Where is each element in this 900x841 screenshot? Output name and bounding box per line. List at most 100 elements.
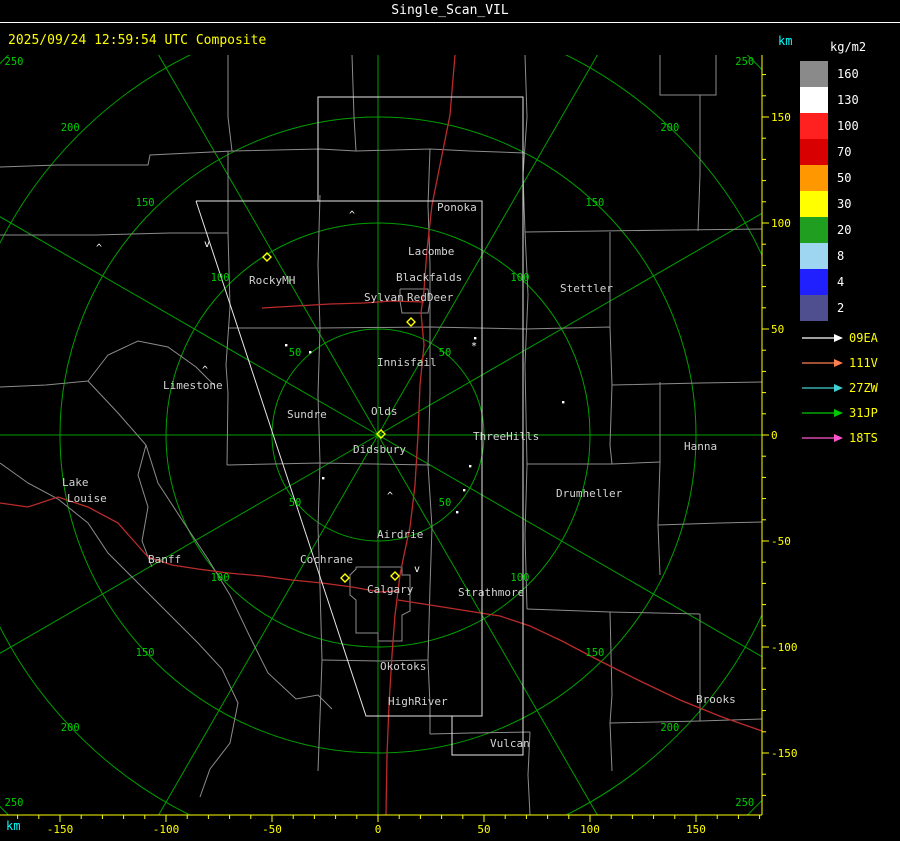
city-label: Calgary	[367, 583, 414, 596]
highway-line	[0, 496, 399, 593]
city-label: Banff	[148, 553, 181, 566]
radar-site-arrow-icon	[802, 333, 843, 342]
y-axis-label: 150	[771, 111, 791, 124]
legend-row: 2	[800, 295, 900, 321]
y-axis-label: 0	[771, 429, 778, 442]
highway-line	[397, 599, 762, 732]
legend-value: 100	[837, 119, 859, 133]
boundary-line	[355, 148, 526, 154]
x-axis-label: -100	[153, 823, 180, 836]
caret-down-marker: v	[414, 564, 420, 575]
boundary-line	[231, 148, 357, 152]
legend-row: 70	[800, 139, 900, 165]
range-ring-label: 200	[660, 722, 679, 734]
city-label: Innisfail	[377, 356, 437, 369]
city-label: Stettler	[560, 282, 613, 295]
boundary-line	[0, 462, 239, 798]
city-label: Didsbury	[353, 443, 406, 456]
boundary-line	[317, 327, 321, 464]
map-markers: ^ ^ ^ ^ v v *	[96, 210, 565, 583]
legend-row: 4	[800, 269, 900, 295]
radar-map-viewport[interactable]: 50 100 150 200 250 50 100 150 200 250 50 100 150 200 2…	[0, 55, 798, 841]
legend-row: 100	[800, 113, 900, 139]
boundary-line	[524, 231, 529, 610]
legend-color-swatch	[800, 165, 828, 191]
radial-line	[377, 434, 762, 658]
legend-color-swatch	[800, 113, 828, 139]
legend-value: 160	[837, 67, 859, 81]
radial-line	[0, 216, 379, 436]
city-label: Sundre	[287, 408, 327, 421]
y-axis-unit-label: km	[778, 34, 793, 48]
city-label: Blackfalds	[396, 271, 462, 284]
town-dot-marker	[309, 351, 312, 354]
range-ring-label: 50	[439, 497, 452, 509]
range-ring-label: 150	[136, 197, 155, 209]
city-label: Louise	[67, 492, 107, 505]
city-label: Limestone	[163, 379, 223, 392]
boundary-line	[0, 232, 228, 236]
x-axis-label: -50	[262, 823, 282, 836]
legend-row: 50	[800, 165, 900, 191]
city-label: Brooks	[696, 693, 736, 706]
y-axis-label: 100	[771, 217, 791, 230]
legend-color-swatch	[800, 295, 828, 321]
x-axis-label: 50	[477, 823, 490, 836]
legend-value: 130	[837, 93, 859, 107]
radar-site-row: 09EA	[800, 325, 900, 350]
boundary-line	[657, 521, 762, 526]
town-dot-marker	[474, 337, 477, 340]
radar-site-row: 111V	[800, 350, 900, 375]
radial-line	[158, 55, 379, 436]
town-dot-marker	[285, 344, 288, 347]
range-ring-label: 150	[585, 647, 604, 659]
range-ring-label: 150	[585, 197, 604, 209]
range-ring-label: 250	[735, 56, 754, 68]
legend-row: 8	[800, 243, 900, 269]
city-label: ThreeHills	[473, 430, 539, 443]
radar-site-legend: 09EA 111V 27ZW 31JP 18TS	[800, 325, 900, 450]
timestamp-label: 2025/09/24 12:59:54 UTC Composite	[8, 33, 267, 48]
city-label: RedDeer	[407, 291, 454, 304]
city-label: Vulcan	[490, 737, 530, 750]
legend-color-swatch	[800, 87, 828, 113]
city-label: Strathmore	[458, 586, 524, 599]
legend-value: 2	[837, 301, 845, 315]
caret-up-marker: ^	[387, 491, 393, 502]
range-ring-label: 100	[510, 572, 529, 584]
boundary-line	[526, 608, 701, 615]
range-ring-label: 50	[289, 497, 302, 509]
range-ring-label: 100	[510, 272, 529, 284]
x-axis-label: -150	[47, 823, 74, 836]
radar-site-label: 111V	[849, 355, 878, 370]
boundary-line	[609, 384, 613, 465]
y-axis-label: -150	[771, 747, 798, 760]
y-axis-label: -50	[771, 535, 791, 548]
legend-row: 30	[800, 191, 900, 217]
boundary-line	[0, 55, 233, 168]
boundary-line	[226, 392, 229, 466]
legend-value: 8	[837, 249, 845, 263]
legend-color-swatch	[800, 269, 828, 295]
radar-site-label: 09EA	[849, 330, 878, 345]
boundary-line	[351, 55, 357, 152]
radar-site-arrow-icon	[802, 358, 843, 367]
town-dot-marker	[322, 477, 325, 480]
caret-down-marker: v	[204, 239, 210, 250]
city-labels: Ponoka Lacombe Blackfalds Sylvan RedDeer Stet…	[62, 201, 736, 750]
range-ring-label: 200	[61, 722, 80, 734]
radar-site-row: 27ZW	[800, 375, 900, 400]
town-dot-marker	[469, 465, 472, 468]
boundary-line	[527, 461, 661, 465]
range-ring-label: 50	[289, 347, 302, 359]
legend-panel: kg/m2 160 130 100 70 50 30 20 8 4 2 09EA 111V 27ZW 3…	[800, 40, 900, 450]
boundary-line	[659, 55, 717, 96]
legend-color-swatch	[800, 243, 828, 269]
city-label: HighRiver	[388, 695, 448, 708]
map-layers: 50 100 150 200 250 50 100 150 200 250 50 100 150 200 2…	[0, 55, 762, 815]
range-ring-label: 250	[5, 797, 24, 809]
radar-coverage-outline	[195, 96, 524, 756]
legend-color-swatch	[800, 61, 828, 87]
boundary-line	[317, 194, 321, 329]
range-ring-label: 50	[439, 347, 452, 359]
